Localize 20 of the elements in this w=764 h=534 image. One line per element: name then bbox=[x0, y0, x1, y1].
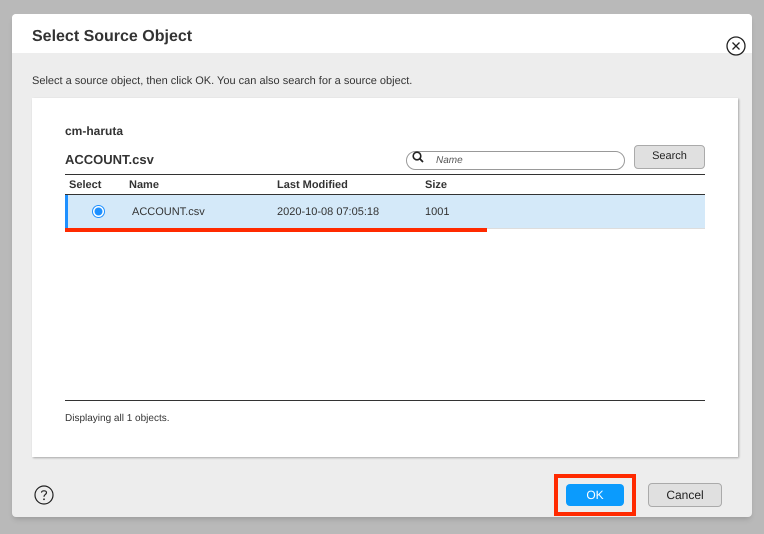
instruction-text: Select a source object, then click OK. You can also search for a source object. bbox=[32, 75, 412, 87]
help-icon[interactable] bbox=[34, 485, 54, 505]
cancel-button[interactable]: Cancel bbox=[648, 483, 722, 507]
table-row[interactable]: ACCOUNT.csv 2020-10-08 07:05:18 1001 bbox=[65, 195, 705, 230]
column-header: Last Modified bbox=[277, 178, 349, 193]
dialog-title: Select Source Object bbox=[32, 27, 192, 47]
status-text: Displaying all 1 objects. bbox=[65, 413, 170, 424]
folder-label: cm-haruta bbox=[65, 122, 124, 140]
object-label: ACCOUNT.csv bbox=[65, 150, 154, 169]
column-header: Size bbox=[425, 178, 448, 193]
search-icon bbox=[412, 151, 424, 164]
close-icon[interactable] bbox=[726, 36, 746, 56]
table-cell-text: 1001 bbox=[425, 204, 450, 220]
table-cell-text: 2020-10-08 07:05:18 bbox=[277, 204, 380, 220]
search-button[interactable]: Search bbox=[634, 144, 705, 169]
column-header: Select bbox=[68, 178, 102, 193]
table-cell-text: ACCOUNT.csv bbox=[131, 204, 206, 220]
column-header: Name bbox=[129, 178, 160, 193]
search-field[interactable]: Name bbox=[406, 151, 625, 170]
radio-button[interactable] bbox=[92, 205, 105, 218]
